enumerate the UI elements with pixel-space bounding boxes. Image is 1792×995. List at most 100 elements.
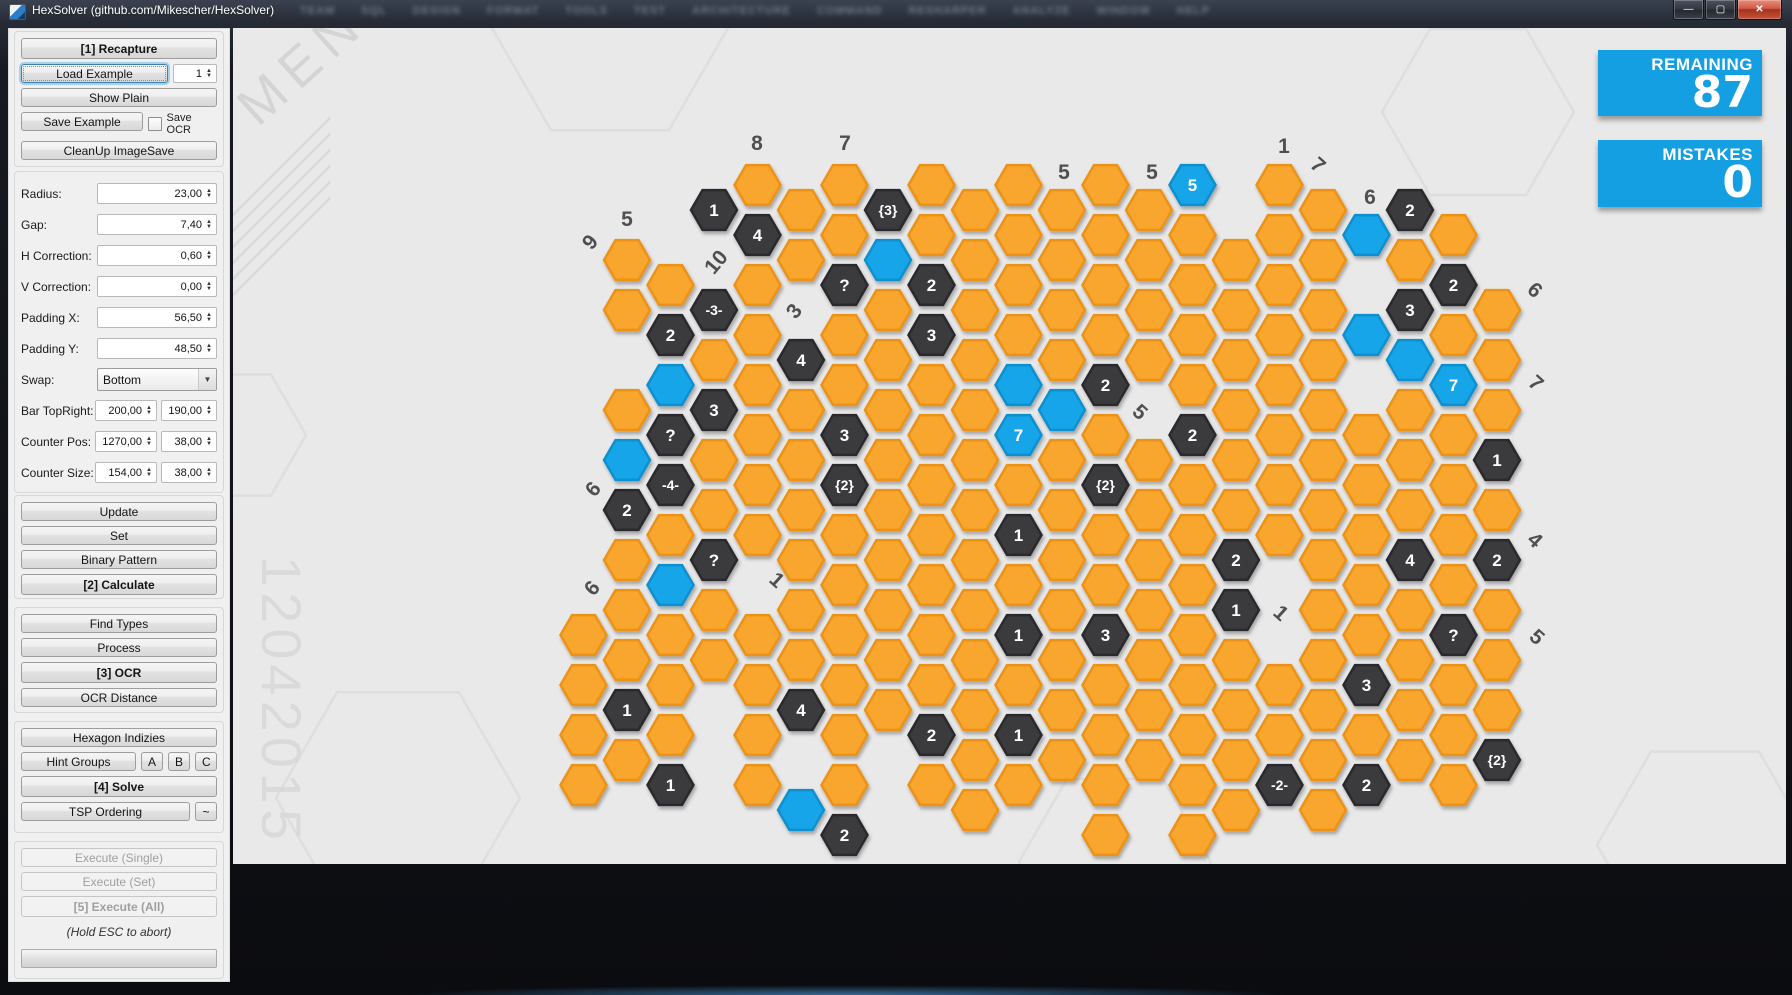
load-example-button[interactable]: Load Example — [21, 64, 168, 83]
hint-groups-button[interactable]: Hint Groups — [21, 752, 136, 771]
hex-cell-orange[interactable] — [1257, 215, 1303, 255]
show-plain-button[interactable]: Show Plain — [21, 88, 217, 107]
hex-cell-orange[interactable] — [1039, 740, 1085, 780]
execute-set-button[interactable]: Execute (Set) — [21, 872, 217, 891]
spinner-arrows-icon[interactable]: ▲▼ — [204, 313, 214, 323]
hex-cell-orange[interactable] — [1213, 390, 1259, 430]
hex-cell-orange[interactable] — [1083, 415, 1129, 455]
hex-cell-orange[interactable] — [1344, 615, 1390, 655]
hex-cell-orange[interactable] — [691, 440, 737, 480]
hex-cell-orange[interactable] — [735, 515, 781, 555]
padding-y-input[interactable]: 48,50▲▼ — [97, 338, 217, 359]
hex-cell-orange[interactable] — [1387, 640, 1433, 680]
execute-single-button[interactable]: Execute (Single) — [21, 848, 217, 867]
hex-cell-orange[interactable] — [1431, 765, 1477, 805]
bar-topright-y-input[interactable]: 190,00▲▼ — [161, 400, 217, 421]
gap-input[interactable]: 7,40▲▼ — [97, 214, 217, 235]
hex-cell-orange[interactable] — [1083, 515, 1129, 555]
hex-cell-orange[interactable] — [1213, 790, 1259, 830]
hex-cell-orange[interactable] — [822, 765, 868, 805]
hex-cell-blue[interactable] — [1387, 340, 1433, 380]
hex-cell-orange[interactable] — [1387, 390, 1433, 430]
swap-dropdown[interactable]: Bottom▼ — [97, 368, 217, 391]
hex-cell-orange[interactable] — [822, 615, 868, 655]
hex-cell-orange[interactable] — [909, 365, 955, 405]
find-types-button[interactable]: Find Types — [21, 614, 217, 633]
hex-cell-orange[interactable] — [1344, 415, 1390, 455]
hex-cell-orange[interactable] — [909, 465, 955, 505]
ocr-button[interactable]: [3] OCR — [21, 662, 217, 683]
hex-cell-orange[interactable] — [952, 240, 998, 280]
recapture-button[interactable]: [1] Recapture — [21, 38, 217, 59]
hex-cell-orange[interactable] — [952, 290, 998, 330]
maximize-button[interactable]: ▢ — [1705, 0, 1736, 20]
padding-x-input[interactable]: 56,50▲▼ — [97, 307, 217, 328]
hex-cell-orange[interactable] — [909, 565, 955, 605]
hint-group-c-button[interactable]: C — [195, 752, 217, 771]
hex-cell-orange[interactable] — [735, 165, 781, 205]
hex-cell-orange[interactable] — [909, 765, 955, 805]
hex-cell-orange[interactable] — [1300, 740, 1346, 780]
hex-cell-orange[interactable] — [735, 315, 781, 355]
hex-cell-orange[interactable] — [1213, 290, 1259, 330]
hex-cell-orange[interactable] — [1474, 590, 1520, 630]
hex-cell-orange[interactable] — [952, 340, 998, 380]
hex-cell-orange[interactable] — [1387, 590, 1433, 630]
hex-cell-orange[interactable] — [865, 390, 911, 430]
hex-cell-orange[interactable] — [604, 240, 650, 280]
hex-cell-orange[interactable] — [1170, 215, 1216, 255]
process-button[interactable]: Process — [21, 638, 217, 657]
hex-cell-blue[interactable] — [604, 440, 650, 480]
hex-cell-orange[interactable] — [996, 265, 1042, 305]
hex-cell-orange[interactable] — [996, 565, 1042, 605]
hex-cell-orange[interactable] — [648, 265, 694, 305]
hex-cell-orange[interactable] — [1300, 490, 1346, 530]
hex-cell-orange[interactable] — [952, 740, 998, 780]
minimize-button[interactable]: — — [1673, 0, 1704, 20]
hex-cell-orange[interactable] — [691, 490, 737, 530]
hex-cell-orange[interactable] — [1431, 665, 1477, 705]
save-ocr-checkbox[interactable] — [148, 117, 162, 131]
hex-cell-orange[interactable] — [909, 165, 955, 205]
hex-cell-orange[interactable] — [1257, 665, 1303, 705]
hex-cell-orange[interactable] — [1474, 640, 1520, 680]
hex-cell-orange[interactable] — [1431, 215, 1477, 255]
cleanup-imagesave-button[interactable]: CleanUp ImageSave — [21, 141, 217, 160]
hex-cell-orange[interactable] — [691, 590, 737, 630]
hex-cell-orange[interactable] — [778, 190, 824, 230]
close-button[interactable]: ✕ — [1737, 0, 1782, 20]
radius-input[interactable]: 23,00▲▼ — [97, 183, 217, 204]
hex-cell-orange[interactable] — [1257, 465, 1303, 505]
hex-cell-orange[interactable] — [1300, 240, 1346, 280]
hex-cell-orange[interactable] — [1126, 440, 1172, 480]
hex-cell-orange[interactable] — [1474, 690, 1520, 730]
hex-cell-orange[interactable] — [648, 715, 694, 755]
hex-cell-orange[interactable] — [822, 565, 868, 605]
hex-cell-orange[interactable] — [1344, 465, 1390, 505]
hex-cell-orange[interactable] — [1387, 240, 1433, 280]
set-button[interactable]: Set — [21, 526, 217, 545]
hex-cell-orange[interactable] — [865, 590, 911, 630]
hex-cell-orange[interactable] — [1083, 665, 1129, 705]
hex-cell-orange[interactable] — [1039, 340, 1085, 380]
spinner-arrows-icon[interactable]: ▲▼ — [204, 282, 214, 292]
save-example-button[interactable]: Save Example — [21, 112, 143, 131]
hex-cell-orange[interactable] — [1213, 640, 1259, 680]
hex-cell-orange[interactable] — [1170, 615, 1216, 655]
hex-cell-orange[interactable] — [1170, 565, 1216, 605]
hex-cell-blue[interactable] — [1344, 215, 1390, 255]
hex-cell-orange[interactable] — [561, 665, 607, 705]
hex-cell-orange[interactable] — [1431, 715, 1477, 755]
hex-cell-orange[interactable] — [1126, 590, 1172, 630]
hex-cell-blue[interactable] — [996, 365, 1042, 405]
hex-cell-orange[interactable] — [1083, 765, 1129, 805]
hex-cell-orange[interactable] — [1039, 190, 1085, 230]
hex-cell-orange[interactable] — [909, 665, 955, 705]
tsp-tilde-button[interactable]: ~ — [195, 802, 217, 821]
hex-cell-orange[interactable] — [691, 640, 737, 680]
hex-cell-orange[interactable] — [909, 215, 955, 255]
load-example-spinner[interactable]: 1 ▲▼ — [173, 64, 217, 83]
hex-cell-orange[interactable] — [1170, 715, 1216, 755]
hex-cell-orange[interactable] — [1039, 240, 1085, 280]
hex-cell-orange[interactable] — [648, 665, 694, 705]
